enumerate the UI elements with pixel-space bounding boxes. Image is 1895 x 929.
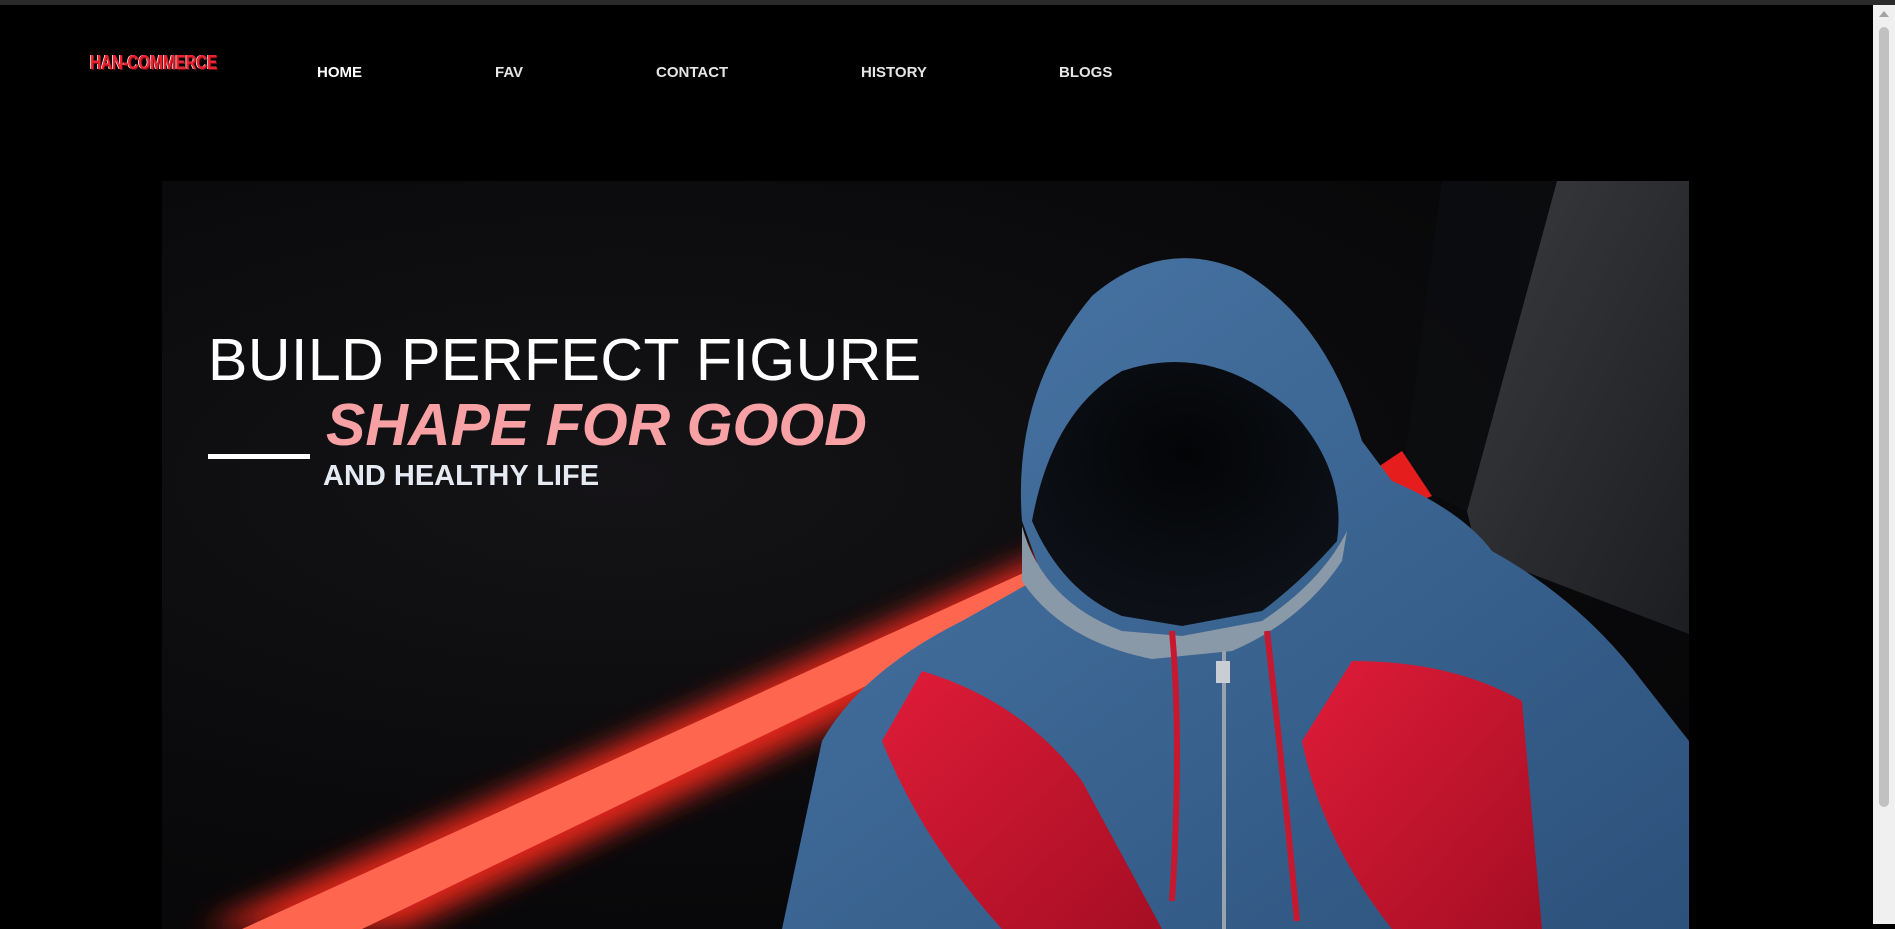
hero-headline-line3: AND HEALTHY LIFE	[323, 460, 600, 492]
scrollbar-thumb[interactable]	[1879, 27, 1889, 807]
page: HAN-COMMERCE HOME FAV CONTACT HISTORY BL…	[0, 5, 1873, 929]
hero-headline-line2: SHAPE FOR GOOD	[326, 392, 867, 458]
hoodie-image	[202, 181, 1689, 929]
nav-home[interactable]: HOME	[317, 64, 362, 81]
nav-contact[interactable]: CONTACT	[656, 64, 728, 81]
hero-headline-line1: BUILD PERFECT FIGURE	[208, 327, 922, 393]
nav-history[interactable]: HISTORY	[861, 64, 927, 81]
scroll-up-arrow-icon[interactable]	[1879, 11, 1889, 17]
nav-fav[interactable]: FAV	[495, 64, 523, 81]
hero-banner: BUILD PERFECT FIGURE SHAPE FOR GOOD AND …	[162, 181, 1689, 929]
brand-logo[interactable]: HAN-COMMERCE	[90, 52, 217, 75]
hero-dash-divider	[208, 454, 310, 459]
nav-blogs[interactable]: BLOGS	[1059, 64, 1112, 81]
vertical-scrollbar[interactable]	[1873, 5, 1895, 924]
